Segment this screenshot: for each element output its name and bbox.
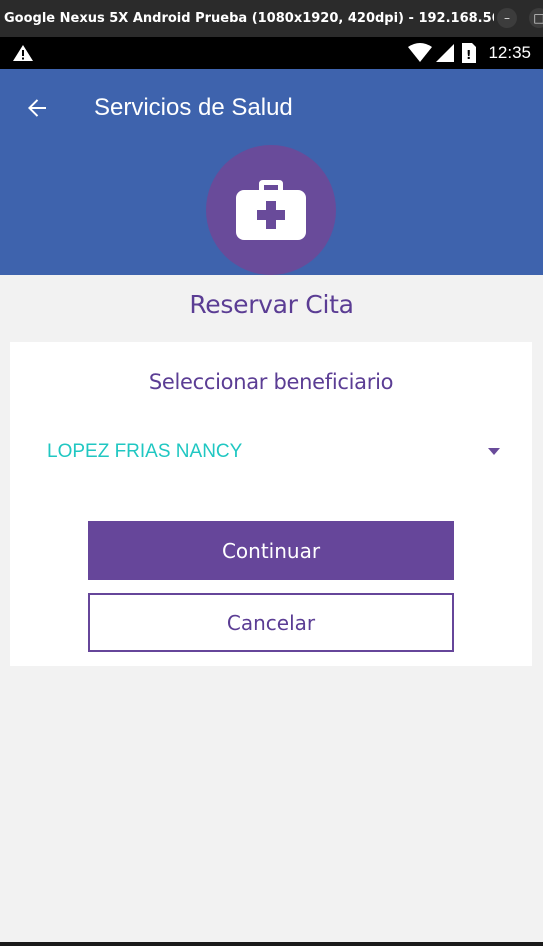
wifi-icon [408, 43, 432, 62]
cancel-button[interactable]: Cancelar [88, 593, 454, 652]
clock: 12:35 [488, 43, 531, 62]
signal-icon [436, 44, 454, 62]
app-title: Servicios de Salud [94, 94, 293, 121]
header-avatar [206, 145, 336, 275]
window-titlebar: Google Nexus 5X Android Prueba (1080x192… [0, 0, 543, 37]
continue-button[interactable]: Continuar [88, 521, 454, 580]
warning-icon [13, 45, 33, 61]
maximize-icon: □ [533, 11, 543, 25]
page-title: Reservar Cita [189, 290, 354, 319]
status-bar: ! 12:35 [0, 37, 543, 69]
svg-text:!: ! [466, 48, 471, 62]
navigation-bar-edge [0, 942, 543, 946]
arrow-back-icon [28, 99, 46, 117]
minimize-icon: – [504, 11, 510, 25]
medical-kit-icon [236, 180, 306, 240]
dropdown-arrow-icon [488, 448, 500, 455]
back-button[interactable] [20, 91, 54, 125]
minimize-button[interactable]: – [497, 8, 517, 28]
beneficiary-select[interactable]: LOPEZ FRIAS NANCY [46, 434, 500, 470]
app-bar: Servicios de Salud [0, 69, 543, 275]
beneficiary-card: Seleccionar beneficiario LOPEZ FRIAS NAN… [10, 342, 532, 666]
no-sim-icon: ! [462, 43, 476, 63]
beneficiary-select-value: LOPEZ FRIAS NANCY [47, 441, 243, 462]
card-subtitle: Seleccionar beneficiario [148, 370, 394, 394]
window-title: Google Nexus 5X Android Prueba (1080x192… [4, 11, 494, 26]
maximize-button[interactable]: □ [529, 8, 543, 28]
